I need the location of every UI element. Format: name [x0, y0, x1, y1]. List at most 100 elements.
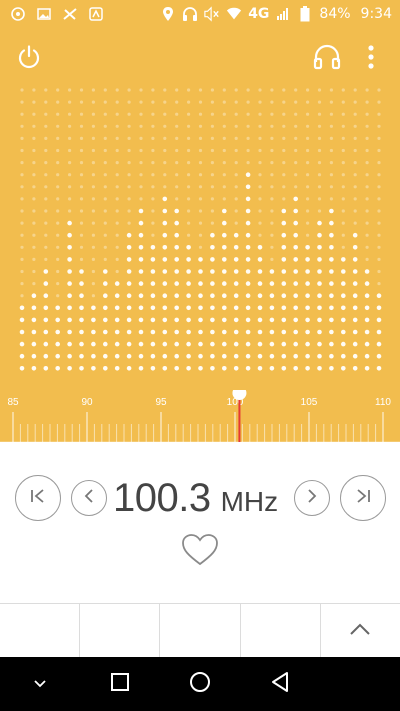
spectrum-dot [44, 221, 48, 225]
spectrum-dot [56, 112, 60, 116]
spectrum-dot [317, 245, 322, 250]
spectrum-dot [258, 88, 262, 92]
spectrum-dot [67, 341, 72, 347]
spectrum-dot [365, 148, 369, 153]
spectrum-dot [20, 173, 24, 177]
spectrum-dot [115, 136, 119, 140]
spectrum-dot [187, 185, 191, 189]
step-down-button[interactable] [71, 480, 107, 516]
preset-slot-3[interactable] [160, 604, 241, 658]
expand-presets-button[interactable] [321, 604, 400, 658]
spectrum-dot [294, 173, 298, 177]
spectrum-dot [210, 293, 215, 299]
spectrum-dot [329, 148, 333, 153]
spectrum-dot [138, 293, 144, 299]
spectrum-dot [245, 281, 251, 286]
spectrum-dot [20, 124, 24, 128]
spectrum-dot [222, 245, 227, 250]
spectrum-dot [44, 173, 48, 177]
frequency-scale[interactable]: 85 90 95 100 105 110 [0, 390, 400, 442]
spectrum-dot [377, 148, 381, 153]
spectrum-dot [68, 185, 72, 189]
spectrum-dot [257, 305, 263, 311]
spectrum-dot [353, 221, 357, 225]
spectrum-dot [329, 197, 333, 201]
step-up-button[interactable] [294, 480, 330, 516]
spectrum-dot [293, 293, 299, 299]
spectrum-dot [198, 197, 203, 201]
spectrum-dot [222, 269, 227, 274]
spectrum-dot [329, 317, 334, 323]
spectrum-dot [353, 161, 357, 165]
spectrum-dot [246, 88, 250, 92]
previous-station-button[interactable] [15, 475, 61, 521]
spectrum-dot [317, 148, 322, 153]
hide-nav-button[interactable] [13, 657, 67, 711]
spectrum-dot [353, 112, 357, 116]
spectrum-dot [282, 136, 286, 140]
spectrum-dot [138, 353, 144, 359]
spectrum-dot [234, 161, 238, 165]
spectrum-dot [317, 220, 322, 226]
spectrum-dot [175, 197, 179, 201]
spectrum-dot [103, 329, 108, 335]
spectrum-dot [352, 245, 358, 250]
spectrum-dot [282, 173, 286, 177]
spectrum-dot [341, 100, 345, 104]
spectrum-dot [198, 317, 203, 323]
spectrum-dot [114, 329, 120, 335]
spectrum-dot [91, 257, 95, 261]
spectrum-dot [151, 161, 155, 165]
chevron-right-icon [306, 488, 318, 508]
next-station-button[interactable] [340, 475, 386, 521]
preset-slot-2[interactable] [80, 604, 161, 658]
spectrum-dot [68, 209, 72, 213]
spectrum-dot [19, 366, 25, 371]
spectrum-dot [103, 257, 107, 261]
spectrum-dot [187, 221, 191, 225]
spectrum-dot [341, 124, 345, 128]
spectrum-dot [210, 124, 214, 128]
preset-slot-1[interactable] [0, 604, 81, 658]
app-icon [88, 6, 104, 22]
spectrum-dot [377, 161, 381, 165]
preset-slot-4[interactable] [241, 604, 321, 658]
spectrum-dot [222, 220, 227, 226]
spectrum-dot [281, 220, 287, 226]
spectrum-dot [281, 257, 287, 262]
spectrum-dot [126, 293, 132, 299]
home-button[interactable] [173, 657, 227, 711]
spectrum-dot [234, 124, 238, 128]
spectrum-dot [377, 124, 381, 128]
spectrum-dot [151, 221, 155, 225]
spectrum-dot [32, 185, 36, 189]
spectrum-dot [114, 341, 120, 347]
battery-icon [297, 6, 313, 22]
spectrum-dot [44, 100, 48, 104]
spectrum-dot [294, 124, 298, 128]
spectrum-dot [305, 366, 310, 371]
spectrum-dot [317, 317, 322, 323]
spectrum-dot [234, 112, 238, 116]
spectrum-dot [281, 366, 287, 371]
clock: 9:34 [360, 6, 392, 22]
spectrum-dot [44, 197, 48, 201]
favorite-button[interactable] [180, 532, 220, 568]
spectrum-dot [103, 245, 107, 249]
spectrum-dot [281, 269, 287, 274]
spectrum-dot [67, 257, 72, 262]
back-button[interactable] [253, 657, 307, 711]
spectrum-dot [341, 197, 345, 201]
recent-apps-button[interactable] [93, 657, 147, 711]
spectrum-dot [364, 269, 370, 274]
spectrum-dot [151, 173, 155, 177]
spectrum-dot [233, 366, 239, 371]
spectrum-dot [162, 269, 168, 274]
spectrum-dot [306, 148, 310, 153]
spectrum-dot [139, 124, 143, 128]
spectrum-dot [245, 184, 251, 190]
spectrum-dot [282, 148, 286, 153]
spectrum-dot [365, 100, 369, 104]
spectrum-dot [186, 341, 191, 347]
image-icon [36, 6, 52, 22]
